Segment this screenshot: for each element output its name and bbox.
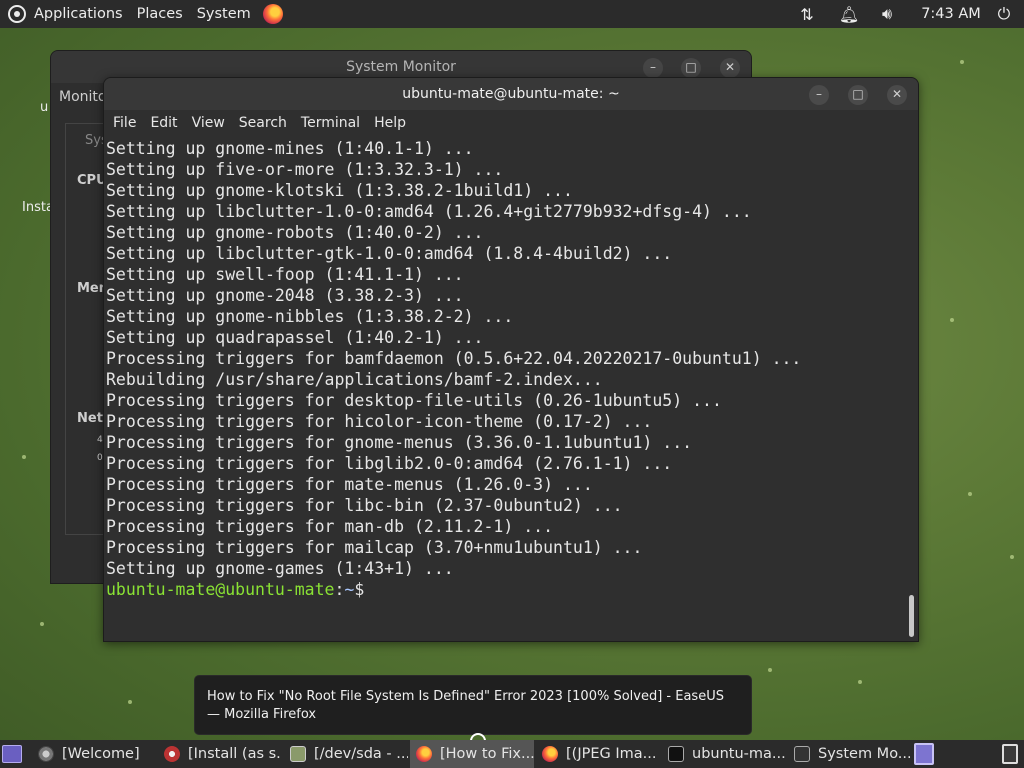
terminal-line: Setting up five-or-more (1:3.32.3-1) ...	[106, 160, 504, 179]
prompt-path: ~	[344, 580, 355, 599]
menu-view[interactable]: View	[185, 115, 232, 131]
window-tooltip: How to Fix "No Root File System Is Defin…	[194, 675, 752, 735]
terminal-output[interactable]: Setting up gnome-mines (1:40.1-1) ... Set…	[106, 136, 906, 640]
taskbar-button-label: ubuntu-ma...	[692, 746, 786, 762]
taskbar-button-label: [(JPEG Ima...	[566, 746, 657, 762]
terminal-line: Processing triggers for desktop-file-uti…	[106, 391, 722, 410]
terminal-line: Setting up libclutter-1.0-0:amd64 (1.26.…	[106, 202, 752, 221]
minimize-button[interactable]: –	[809, 85, 829, 105]
installer-icon	[164, 746, 180, 762]
network-axis-value: 4	[97, 435, 103, 445]
taskbar-button[interactable]: System Mo...	[788, 740, 910, 768]
wallpaper-star	[128, 700, 132, 704]
menu-file[interactable]: File	[106, 115, 143, 131]
wallpaper-star	[950, 318, 954, 322]
monitor-tab[interactable]: Monito	[59, 89, 106, 105]
maximize-button[interactable]: □	[848, 85, 868, 105]
taskbar-button-label: [/dev/sda - ...	[314, 746, 408, 762]
terminal-line: Setting up gnome-klotski (1:3.38.2-1buil…	[106, 181, 573, 200]
show-desktop-icon[interactable]	[2, 745, 22, 763]
taskbar-button-label: [Install (as s...	[188, 746, 282, 762]
taskbar-button[interactable]: [/dev/sda - ...	[284, 740, 408, 768]
clock[interactable]: 7:43 AM	[916, 0, 986, 28]
firefox-icon	[542, 746, 558, 762]
network-icon[interactable]: ⇅	[798, 0, 816, 28]
welcome-icon	[38, 746, 54, 762]
trash-icon[interactable]	[1002, 744, 1018, 764]
wallpaper-star	[960, 60, 964, 64]
taskbar-button[interactable]: [Install (as s...	[158, 740, 282, 768]
wallpaper-star	[22, 455, 26, 459]
terminal-line: Processing triggers for hicolor-icon-the…	[106, 412, 653, 431]
network-axis-value: 0	[97, 453, 103, 463]
top-panel: Applications Places System ⇅ 🔔︎ 🔊︎ 7:43 …	[0, 0, 1024, 28]
terminal-line: Processing triggers for libc-bin (2.37-0…	[106, 496, 623, 515]
terminal-menubar: File Edit View Search Terminal Help	[104, 110, 918, 136]
taskbar-button-label: [Welcome]	[62, 746, 140, 762]
menu-places[interactable]: Places	[131, 0, 191, 28]
close-button[interactable]: ✕	[720, 58, 740, 78]
terminal-line: Setting up gnome-2048 (3.38.2-3) ...	[106, 286, 464, 305]
ubuntu-mate-logo-icon[interactable]	[8, 5, 26, 23]
taskbar-button-label: [How to Fix...	[440, 746, 534, 762]
wallpaper-star	[40, 622, 44, 626]
wallpaper-star	[968, 492, 972, 496]
firefox-icon	[416, 746, 432, 762]
terminal-lines: Setting up gnome-mines (1:40.1-1) ... Set…	[106, 138, 906, 579]
scrollbar[interactable]	[909, 595, 914, 637]
firefox-icon[interactable]	[262, 4, 283, 24]
terminal-window[interactable]: ubuntu-mate@ubuntu-mate: ~ – □ ✕ File Ed…	[103, 77, 919, 642]
taskbar-button[interactable]: ubuntu-ma...	[662, 740, 786, 768]
disk-icon	[290, 746, 306, 762]
terminal-line: Processing triggers for man-db (2.11.2-1…	[106, 517, 554, 536]
taskbar-button[interactable]: [(JPEG Ima...	[536, 740, 660, 768]
menu-terminal[interactable]: Terminal	[294, 115, 367, 131]
system-monitor-icon	[794, 746, 810, 762]
terminal-line: Setting up libclutter-gtk-1.0-0:amd64 (1…	[106, 244, 673, 263]
notification-bell-icon[interactable]: 🔔︎	[839, 0, 859, 28]
menu-search[interactable]: Search	[232, 115, 294, 131]
window-title: ubuntu-mate@ubuntu-mate: ~	[104, 78, 918, 110]
terminal-line: Setting up gnome-nibbles (1:3.38.2-2) ..…	[106, 307, 514, 326]
terminal-line: Processing triggers for bamfdaemon (0.5.…	[106, 349, 802, 368]
terminal-line: Processing triggers for gnome-menus (3.3…	[106, 433, 693, 452]
wallpaper-star	[1010, 555, 1014, 559]
wallpaper-star	[768, 668, 772, 672]
terminal-line: Setting up gnome-robots (1:40.0-2) ...	[106, 223, 484, 242]
desktop-icon-label-fragment[interactable]: u	[40, 100, 48, 115]
terminal-line: Setting up swell-foop (1:41.1-1) ...	[106, 265, 464, 284]
wallpaper-star	[858, 680, 862, 684]
network-section-label: Net	[77, 411, 103, 426]
terminal-line: Rebuilding /usr/share/applications/bamf-…	[106, 370, 603, 389]
power-icon[interactable]: ⏻	[995, 0, 1013, 28]
prompt-separator: :	[334, 580, 345, 599]
minimize-button[interactable]: –	[643, 58, 663, 78]
terminal-icon	[668, 746, 684, 762]
terminal-line: Processing triggers for mailcap (3.70+nm…	[106, 538, 643, 557]
bottom-panel: [Welcome] [Install (as s... [/dev/sda - ..…	[0, 740, 1024, 768]
menu-help[interactable]: Help	[367, 115, 413, 131]
maximize-button[interactable]: □	[681, 58, 701, 78]
taskbar-button[interactable]: [How to Fix...	[410, 740, 534, 768]
terminal-prompt[interactable]: ubuntu-mate@ubuntu-mate:~$	[106, 579, 906, 600]
terminal-line: Setting up quadrapassel (1:40.2-1) ...	[106, 328, 484, 347]
menu-system[interactable]: System	[191, 0, 259, 28]
taskbar-button-label: System Mo...	[818, 746, 910, 762]
close-button[interactable]: ✕	[887, 85, 907, 105]
terminal-line: Processing triggers for mate-menus (1.26…	[106, 475, 593, 494]
volume-icon[interactable]: 🔊︎	[878, 0, 896, 28]
terminal-line: Setting up gnome-games (1:43+1) ...	[106, 559, 454, 578]
prompt-symbol: $	[354, 580, 365, 599]
menu-edit[interactable]: Edit	[143, 115, 184, 131]
taskbar-button[interactable]: [Welcome]	[32, 740, 156, 768]
terminal-line: Setting up gnome-mines (1:40.1-1) ...	[106, 139, 474, 158]
menu-applications[interactable]: Applications	[26, 0, 131, 28]
workspace-switcher[interactable]	[914, 743, 934, 765]
prompt-user: ubuntu-mate@ubuntu-mate	[106, 580, 335, 599]
terminal-line: Processing triggers for libglib2.0-0:amd…	[106, 454, 673, 473]
